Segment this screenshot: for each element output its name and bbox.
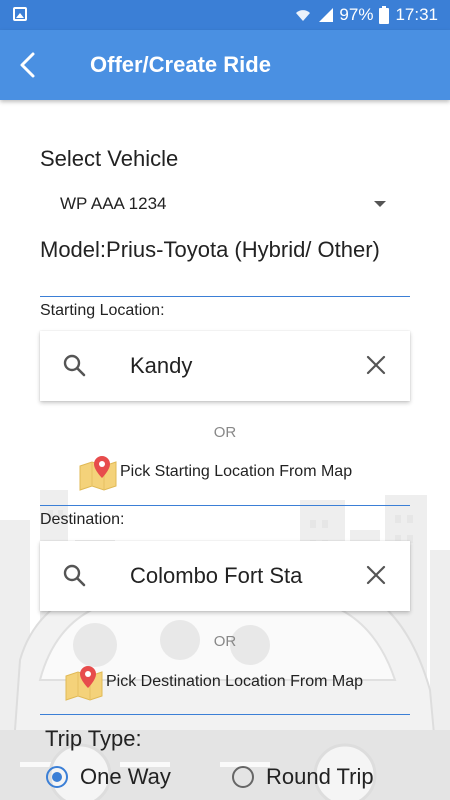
wifi-icon — [295, 8, 311, 22]
or-separator: OR — [213, 633, 237, 650]
divider — [40, 505, 410, 506]
pick-start-from-map-button[interactable]: Pick Starting Location From Map — [78, 452, 352, 492]
page-title: Offer/Create Ride — [90, 52, 271, 77]
or-separator: OR — [213, 424, 237, 441]
pick-destination-from-map-button[interactable]: Pick Destination Location From Map — [64, 662, 363, 702]
destination-input[interactable]: Colombo Fort Sta — [130, 563, 320, 589]
clear-icon[interactable] — [366, 355, 386, 375]
vehicle-selected-value: WP AAA 1234 — [60, 194, 167, 213]
starting-location-input[interactable]: Kandy — [130, 353, 320, 379]
pick-destination-label: Pick Destination Location From Map — [106, 673, 363, 690]
divider — [40, 714, 410, 715]
status-bar: 97% 17:31 — [0, 0, 450, 30]
form-content: Select Vehicle WP AAA 1234 Model:Prius-T… — [0, 100, 450, 800]
app-bar: Offer/Create Ride — [0, 30, 450, 100]
starting-location-label: Starting Location: — [40, 302, 165, 319]
model-text: Model:Prius-Toyota (Hybrid/ Other) — [40, 237, 380, 262]
map-pin-icon — [79, 456, 117, 491]
map-pin-icon — [65, 666, 103, 701]
round-trip-label: Round Trip — [266, 764, 374, 789]
search-icon — [63, 354, 86, 377]
radio-button-unchecked — [232, 766, 254, 788]
battery-percent: 97% — [339, 5, 374, 24]
signal-icon — [317, 8, 334, 22]
clear-icon[interactable] — [366, 565, 386, 585]
destination-search[interactable]: Colombo Fort Sta — [40, 541, 410, 611]
status-indicators: 97% 17:31 — [295, 4, 438, 26]
back-button[interactable] — [12, 48, 46, 82]
model-field: Model:Prius-Toyota (Hybrid/ Other) — [40, 236, 410, 297]
vehicle-dropdown[interactable]: WP AAA 1234 — [40, 184, 392, 224]
pick-start-label: Pick Starting Location From Map — [120, 463, 353, 480]
trip-type-one-way-radio[interactable]: One Way — [46, 764, 171, 790]
radio-button-checked — [46, 766, 68, 788]
dropdown-arrow-icon — [374, 201, 386, 207]
search-icon — [63, 564, 86, 587]
image-notification-icon — [13, 7, 27, 21]
chevron-left-icon — [20, 52, 35, 78]
clock: 17:31 — [395, 5, 438, 24]
one-way-label: One Way — [80, 764, 171, 789]
trip-type-round-trip-radio[interactable]: Round Trip — [232, 764, 374, 790]
battery-icon — [379, 6, 390, 24]
destination-label: Destination: — [40, 511, 125, 528]
starting-location-search[interactable]: Kandy — [40, 331, 410, 401]
trip-type-label: Trip Type: — [45, 726, 142, 751]
select-vehicle-label: Select Vehicle — [40, 146, 179, 171]
